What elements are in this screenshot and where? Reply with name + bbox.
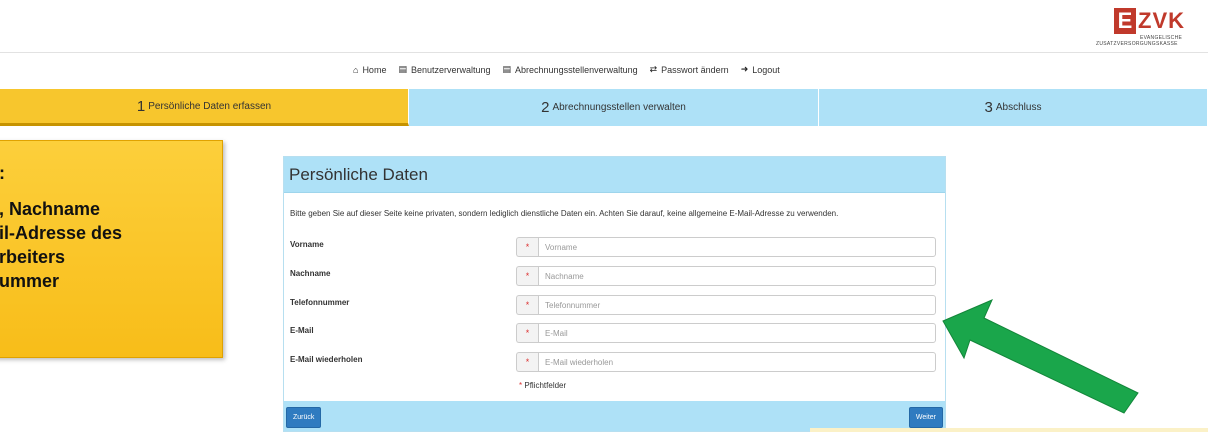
step-label: Persönliche Daten erfassen [148, 100, 272, 112]
required-marker: * [516, 295, 538, 315]
step-1[interactable]: 1 Persönliche Daten erfassen [0, 89, 409, 126]
required-marker: * [516, 323, 538, 343]
panel-footer: Zurück Weiter [284, 401, 945, 431]
form-row-telefon: Telefonnummer * [290, 295, 940, 315]
required-marker: * [516, 237, 538, 257]
field-label: Vorname [290, 240, 324, 249]
logout-icon: ➜ [740, 64, 749, 74]
vorname-input[interactable] [538, 237, 936, 257]
ezvk-logo: E ZVK EVANGELISCHE ZUSATZVERSORGUNGSKASS… [1096, 8, 1202, 48]
instruction-callout: : , Nachname il-Adresse des rbeiters umm… [0, 140, 223, 358]
step-label: Abrechnungsstellen verwalten [552, 102, 686, 113]
field-label: Nachname [290, 269, 331, 278]
callout-line: rbeiters [0, 247, 66, 267]
step-2[interactable]: 2 Abrechnungsstellen verwalten [409, 89, 819, 126]
callout-line: ummer [0, 271, 60, 291]
exchange-icon: ⇄ [649, 64, 658, 74]
telefon-input[interactable] [538, 295, 936, 315]
main-nav: ⌂ Home ▤ Benutzerverwaltung ▤ Abrechnung… [353, 64, 792, 75]
list-icon: ▤ [398, 64, 407, 74]
email-repeat-input[interactable] [538, 352, 936, 372]
field-label: Telefonnummer [290, 298, 350, 307]
nachname-input[interactable] [538, 266, 936, 286]
panel-intro-text: Bitte geben Sie auf dieser Seite keine p… [290, 209, 839, 218]
list-icon: ▤ [502, 64, 512, 74]
nav-benutzerverwaltung[interactable]: ▤ Benutzerverwaltung [398, 64, 490, 75]
required-note: * Pflichtfelder [519, 381, 566, 390]
personal-data-panel: Persönliche Daten Bitte geben Sie auf di… [283, 156, 946, 432]
nav-home[interactable]: ⌂ Home [353, 64, 386, 75]
nav-label: Logout [752, 64, 780, 75]
step-number: 1 [136, 97, 146, 115]
nav-passwort-aendern[interactable]: ⇄ Passwort ändern [650, 64, 729, 75]
field-label: E-Mail [290, 326, 314, 335]
field-label: E-Mail wiederholen [290, 355, 363, 364]
nav-label: Benutzerverwaltung [410, 64, 491, 75]
header-divider [0, 52, 1208, 53]
required-note-text: Pflichtfelder [524, 381, 567, 390]
form-row-vorname: Vorname * [290, 237, 940, 257]
form-row-nachname: Nachname * [290, 266, 940, 286]
bottom-highlight-strip [810, 428, 1208, 432]
logo-line2: ZUSATZVERSORGUNGSKASSE [1096, 41, 1178, 47]
required-marker: * [516, 266, 538, 286]
form-row-email-repeat: E-Mail wiederholen * [290, 352, 940, 372]
callout-line: il-Adresse des [0, 223, 123, 243]
logo-name: ZVK [1138, 8, 1185, 33]
nav-logout[interactable]: ➜ Logout [741, 64, 780, 75]
form-row-email: E-Mail * [290, 323, 940, 343]
nav-label: Home [362, 64, 387, 75]
nav-label: Abrechnungsstellenverwaltung [515, 64, 638, 75]
required-star: * [519, 381, 523, 390]
required-marker: * [516, 352, 538, 372]
home-icon: ⌂ [353, 64, 359, 75]
logo-initial: E [1114, 8, 1136, 34]
panel-title: Persönliche Daten [284, 157, 945, 193]
nav-abrechnungsstellenverwaltung[interactable]: ▤ Abrechnungsstellenverwaltung [503, 64, 638, 75]
back-button[interactable]: Zurück [286, 407, 322, 428]
callout-line: : [0, 163, 5, 184]
wizard-steps: 1 Persönliche Daten erfassen 2 Abrechnun… [0, 89, 1208, 126]
step-label: Abschluss [995, 102, 1042, 113]
step-number: 2 [541, 99, 550, 116]
step-number: 3 [984, 99, 993, 116]
next-button[interactable]: Weiter [908, 407, 943, 428]
green-arrow-icon [942, 299, 1139, 414]
step-3[interactable]: 3 Abschluss [819, 89, 1208, 126]
email-input[interactable] [538, 323, 936, 343]
nav-label: Passwort ändern [661, 64, 729, 75]
callout-line: , Nachname [0, 199, 101, 219]
